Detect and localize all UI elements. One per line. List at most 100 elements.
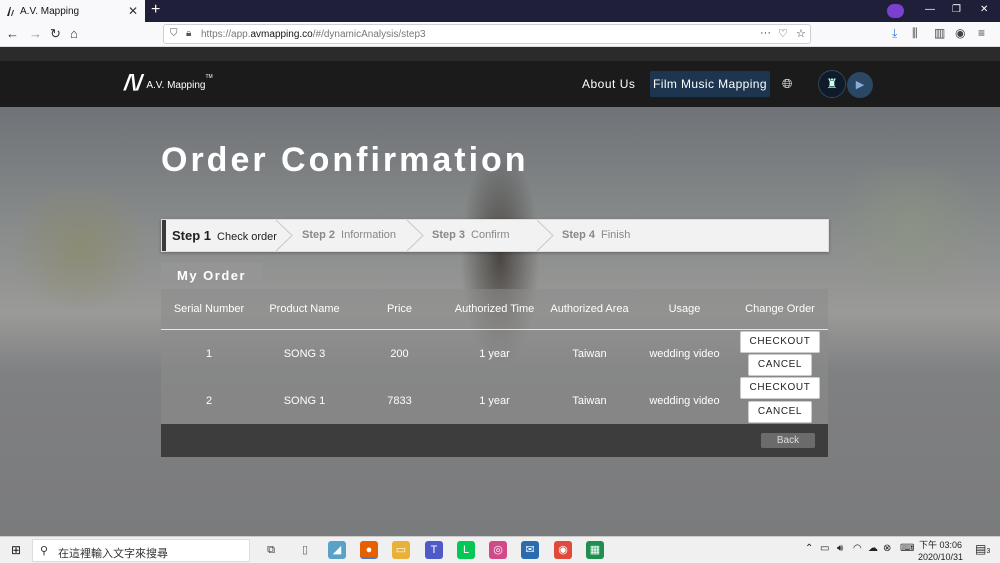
library-icon[interactable]: ⫼	[912, 26, 918, 41]
file-icon[interactable]: ▯	[296, 541, 314, 559]
header-divider	[161, 329, 828, 330]
mail-icon[interactable]: ✉	[521, 541, 539, 559]
step-1: Step 1 Check order	[172, 228, 277, 243]
cell-time: 1 year	[479, 395, 510, 407]
close-tab-icon[interactable]: ✕	[128, 4, 138, 18]
wifi-icon[interactable]: ◠	[853, 543, 862, 554]
checkout-button[interactable]: CHECKOUT	[740, 377, 820, 399]
my-order-tab[interactable]: My Order	[161, 263, 262, 290]
cell-usage: wedding video	[649, 348, 720, 360]
nav-about-us[interactable]: About Us	[582, 77, 635, 91]
browser-tab-strip: A.V. Mapping ✕ + — ❐ ✕	[0, 0, 1000, 22]
firefox-icon[interactable]: ●	[360, 541, 378, 559]
nav-film-music-mapping[interactable]: Film Music Mapping	[650, 71, 770, 97]
downloads-icon[interactable]: ⤓	[892, 26, 897, 41]
app-icon[interactable]: ◢	[328, 541, 346, 559]
cell-product: SONG 3	[283, 348, 326, 360]
user-avatar[interactable]: ♜	[818, 70, 846, 98]
globe-icon[interactable]: 🌐︎	[782, 76, 792, 92]
page-title: Order Confirmation	[161, 141, 529, 179]
bookmark-star-icon[interactable]: ☆	[796, 27, 806, 40]
table-footer: Back	[161, 424, 828, 457]
sidebar-icon[interactable]: ▥	[934, 26, 945, 40]
chevron-right-icon	[275, 220, 293, 251]
cell-price: 200	[390, 348, 409, 360]
order-table: Serial Number Product Name Price Authori…	[161, 289, 828, 424]
site-header: /\/ A.V. Mapping TM About Us Film Music …	[0, 61, 1000, 107]
reload-icon[interactable]: ↻	[50, 26, 61, 42]
table-header: Serial Number Product Name Price Authori…	[161, 289, 828, 330]
tab-title: A.V. Mapping	[20, 5, 80, 17]
system-clock[interactable]: 下午 03:06 2020/10/31	[918, 539, 963, 563]
step-3: Step 3 Confirm	[432, 229, 510, 241]
back-arrow-icon[interactable]: ←	[6, 26, 19, 42]
cell-price: 7833	[387, 395, 412, 407]
minimize-icon[interactable]: —	[925, 4, 935, 15]
private-browsing-icon	[887, 4, 904, 18]
site-favicon-icon	[7, 6, 14, 16]
windows-taskbar: ⊞ ⚲ 在這裡輸入文字來搜尋 ⧉ ▯ ◢ ● ▭ T L ◎ ✉ ◉ ▦ ⌃ ▭…	[0, 536, 1000, 563]
cell-serial: 1	[205, 348, 213, 360]
taskbar-search-input[interactable]: ⚲ 在這裡輸入文字來搜尋	[32, 539, 250, 562]
volume-icon[interactable]: 🔊︎	[837, 543, 843, 554]
cloud-icon[interactable]: ☁	[868, 543, 878, 554]
url-bar[interactable]: ⛉ 🔒︎ https://app.avmapping.co/#/dynamicA…	[163, 24, 811, 44]
video-avatar-icon[interactable]: ▶	[847, 72, 873, 98]
step-2: Step 2 Information	[302, 229, 397, 241]
notification-icon[interactable]: ▤3	[975, 542, 990, 556]
logo-tm: TM	[205, 74, 213, 80]
col-authorized-time: Authorized Time	[454, 303, 535, 315]
battery-icon[interactable]: ▭	[820, 543, 829, 554]
cell-product: SONG 1	[283, 395, 326, 407]
forward-arrow-icon[interactable]: →	[29, 26, 42, 42]
col-price: Price	[386, 303, 413, 315]
spreadsheet-icon[interactable]: ▦	[586, 541, 604, 559]
col-product-name: Product Name	[269, 303, 340, 315]
photos-icon[interactable]: ◎	[489, 541, 507, 559]
col-usage: Usage	[668, 303, 701, 315]
chevron-right-icon	[406, 220, 424, 251]
sync-icon[interactable]: ⊗	[883, 543, 891, 554]
ime-icon[interactable]: ⌨	[900, 543, 914, 554]
more-actions-icon[interactable]: ···	[760, 27, 771, 39]
menu-icon[interactable]: ≡	[978, 26, 985, 40]
chevron-right-icon	[536, 220, 554, 251]
back-button[interactable]: Back	[761, 433, 815, 448]
col-serial-number: Serial Number	[173, 303, 245, 315]
cancel-button[interactable]: CANCEL	[748, 354, 812, 376]
chevron-up-icon[interactable]: ⌃	[805, 543, 813, 554]
logo-mark: /\/	[124, 70, 143, 95]
home-icon[interactable]: ⌂	[70, 26, 78, 42]
logo-name: A.V. Mapping	[146, 80, 206, 91]
search-placeholder: 在這裡輸入文字來搜尋	[58, 548, 168, 560]
step-indicator: Step 1 Check order Step 2 Information Step…	[161, 219, 829, 252]
col-authorized-area: Authorized Area	[550, 303, 629, 315]
cell-area: Taiwan	[572, 395, 607, 407]
task-view-icon[interactable]: ⧉	[262, 541, 280, 559]
cancel-button[interactable]: CANCEL	[748, 401, 812, 423]
cell-area: Taiwan	[572, 348, 607, 360]
pocket-icon[interactable]: ♡	[778, 27, 788, 40]
shield-icon[interactable]: ⛉	[170, 28, 178, 39]
cell-time: 1 year	[479, 348, 510, 360]
col-change-order: Change Order	[745, 303, 815, 315]
line-icon[interactable]: L	[457, 541, 475, 559]
windows-start-icon[interactable]: ⊞	[11, 543, 21, 557]
checkout-button[interactable]: CHECKOUT	[740, 331, 820, 353]
search-icon: ⚲	[40, 545, 49, 557]
teams-icon[interactable]: T	[425, 541, 443, 559]
site-logo[interactable]: /\/ A.V. Mapping TM	[124, 72, 213, 94]
restore-icon[interactable]: ❐	[952, 4, 961, 15]
lock-icon[interactable]: 🔒︎	[186, 28, 191, 39]
account-icon[interactable]: ◉	[955, 26, 965, 40]
cell-usage: wedding video	[649, 395, 720, 407]
browser-tab[interactable]: A.V. Mapping ✕	[0, 0, 145, 22]
url-text[interactable]: https://app.avmapping.co/#/dynamicAnalys…	[201, 29, 426, 40]
file-explorer-icon[interactable]: ▭	[392, 541, 410, 559]
cell-serial: 2	[205, 395, 213, 407]
window-close-icon[interactable]: ✕	[980, 4, 988, 15]
chrome-icon[interactable]: ◉	[554, 541, 572, 559]
new-tab-button[interactable]: +	[151, 1, 160, 19]
step-4: Step 4 Finish	[562, 229, 631, 241]
browser-navbar: ← → ↻ ⌂ ⛉ 🔒︎ https://app.avmapping.co/#/…	[0, 22, 1000, 47]
